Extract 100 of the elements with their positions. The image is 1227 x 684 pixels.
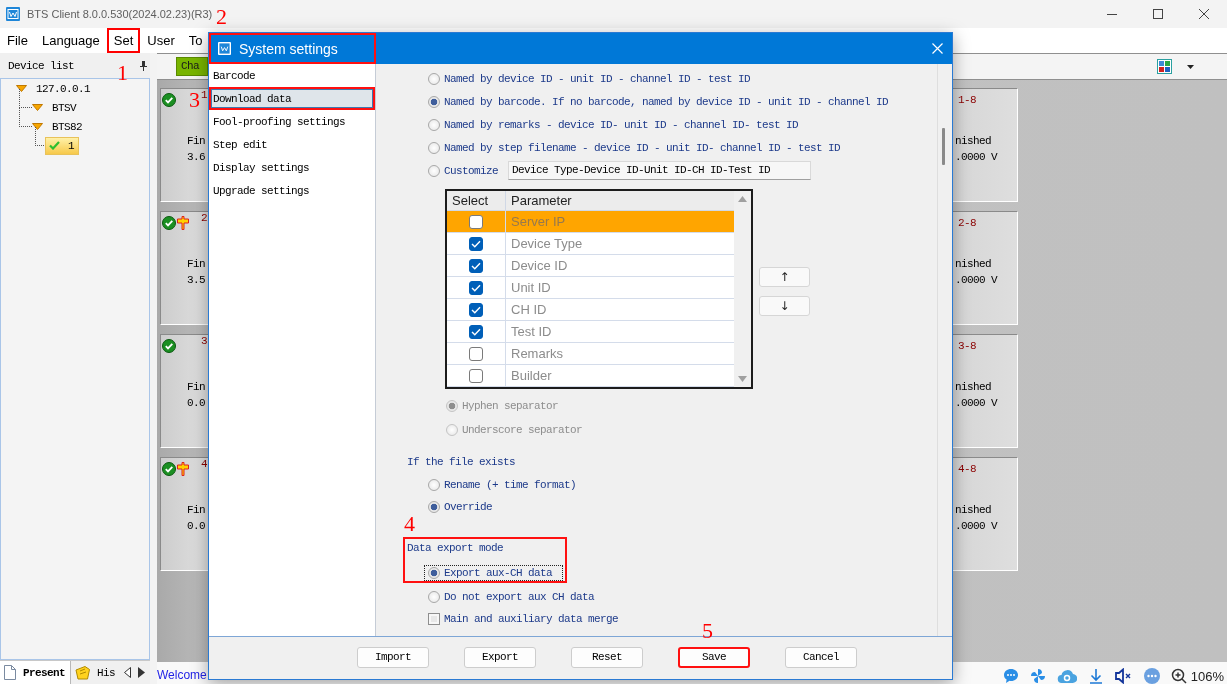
signpost-icon (177, 216, 189, 230)
radio-button[interactable] (428, 164, 440, 177)
voltage-text: 3.6 (187, 151, 206, 164)
checkbox[interactable] (469, 258, 483, 273)
pin-icon[interactable] (140, 60, 147, 71)
checkbox[interactable] (469, 214, 483, 229)
checkbox[interactable] (469, 324, 483, 339)
nav-item[interactable]: Barcode (209, 64, 375, 87)
table-cell-text: Device ID (510, 257, 569, 275)
caret-icon[interactable] (1187, 64, 1194, 69)
checkbox[interactable] (469, 236, 483, 251)
panel-tab[interactable]: Present (0, 661, 71, 684)
option-label: Named by device ID - unit ID - channel ID - test ID (444, 72, 751, 85)
check-circle-icon (162, 216, 176, 230)
radio-button[interactable] (428, 72, 440, 85)
option-label: Underscore separator (462, 423, 583, 436)
scrollbar[interactable] (734, 191, 751, 387)
status-text: Fin (187, 135, 206, 148)
check-circle-icon (162, 93, 176, 107)
tag-icon (75, 665, 90, 680)
muted-speaker-icon[interactable] (1114, 668, 1133, 684)
callout-number: 2 (216, 6, 227, 28)
pinwheel-icon[interactable] (1029, 668, 1046, 684)
menu-item[interactable]: To (181, 28, 210, 53)
channel-cell[interactable]: 3-8 nished .0000 V (953, 334, 1018, 448)
cloud-icon[interactable] (1056, 668, 1077, 684)
radio-button[interactable] (428, 500, 440, 513)
radio-button[interactable] (428, 567, 440, 579)
radio-button[interactable] (428, 478, 440, 491)
checkbox[interactable] (469, 368, 483, 383)
table-row[interactable]: CH ID (447, 299, 734, 321)
column-header: Select (447, 191, 506, 211)
voltage-text: 3.5 (187, 274, 206, 287)
table-row[interactable]: Device Type (447, 233, 734, 255)
scroll-down-icon[interactable] (738, 376, 747, 382)
window-title: BTS Client 8.0.0.530(2024.02.23)(R3) (27, 8, 213, 20)
menu-item[interactable]: File (0, 28, 35, 53)
menu-item[interactable]: User (140, 28, 182, 53)
voltage-text: .0000 V (955, 397, 999, 410)
checkbox[interactable] (469, 346, 483, 361)
table-row[interactable]: Device ID (447, 255, 734, 277)
radio-button[interactable] (428, 590, 440, 603)
move-button[interactable]: ↓ (759, 296, 810, 316)
dialog-button[interactable]: Import (357, 647, 429, 668)
channel-number: 1 (201, 89, 207, 101)
nav-item[interactable]: Display settings (209, 156, 375, 179)
dialog-button[interactable]: Export (464, 647, 536, 668)
signpost-icon (177, 462, 189, 476)
channel-cell[interactable]: 4-8 nished .0000 V (953, 457, 1018, 571)
menu-item[interactable]: Language (34, 28, 107, 53)
status-text: nished (955, 135, 992, 148)
dialog-button[interactable]: Save (678, 647, 750, 668)
status-text: Fin (187, 381, 206, 394)
toolbar-button[interactable]: Cha (176, 57, 208, 76)
tree-item[interactable]: BTSV (52, 101, 76, 114)
checkbox[interactable] (469, 280, 483, 295)
channel-cell[interactable]: 2 Fin 3.5 (160, 211, 208, 325)
chat-bubble-icon[interactable] (1002, 668, 1019, 684)
channel-number: 3 (201, 335, 207, 347)
tree-item[interactable]: 1 (45, 136, 79, 155)
scroll-right-icon[interactable] (138, 667, 146, 678)
more-icon[interactable] (1143, 668, 1160, 684)
download-icon[interactable] (1087, 668, 1104, 684)
radio-button[interactable] (428, 95, 440, 108)
scroll-left-icon[interactable] (124, 667, 132, 678)
table-cell-text: Device Type (510, 235, 584, 253)
nav-item[interactable]: Download data (209, 87, 375, 110)
scroll-up-icon[interactable] (738, 196, 747, 202)
grid-view-icon[interactable] (1157, 59, 1172, 74)
move-button[interactable]: ↑ (759, 267, 810, 287)
dialog-button[interactable]: Cancel (785, 647, 857, 668)
channel-cell[interactable]: 4 Fin 0.0 (160, 457, 208, 571)
nav-item[interactable]: Upgrade settings (209, 179, 375, 202)
menu-item[interactable]: Set (106, 28, 141, 53)
nav-item[interactable]: Fool-proofing settings (209, 110, 375, 133)
table-cell-text: Test ID (510, 323, 553, 341)
tree-item[interactable]: 127.0.0.1 (36, 82, 90, 95)
channel-cell[interactable]: 3 Fin 0.0 (160, 334, 208, 448)
zoom-in-icon[interactable] (1170, 668, 1187, 684)
callout-number: 1 (117, 62, 128, 84)
tree-item[interactable]: BTS82 (52, 120, 82, 133)
radio-button[interactable] (428, 118, 440, 131)
channel-cell[interactable]: 1-8 nished .0000 V (953, 88, 1018, 202)
option-label: Main and auxiliary data merge (444, 612, 619, 625)
checkbox[interactable] (428, 612, 440, 625)
channel-cell[interactable]: 2-8 nished .0000 V (953, 211, 1018, 325)
table-cell-text: Server IP (510, 213, 567, 231)
option-label: Do not export aux CH data (444, 590, 595, 603)
nav-item[interactable]: Step edit (209, 133, 375, 156)
scrollbar-thumb[interactable] (942, 128, 945, 165)
table-row[interactable]: Remarks (447, 343, 734, 365)
callout-number: 5 (702, 620, 713, 642)
dialog-button[interactable]: Reset (571, 647, 643, 668)
radio-button[interactable] (428, 141, 440, 154)
table-cell-text: CH ID (510, 301, 548, 319)
input-field[interactable]: Device Type-Device ID-Unit ID-CH ID-Test ID (508, 161, 811, 180)
checkbox[interactable] (469, 302, 483, 317)
panel-tab[interactable]: His (71, 661, 121, 684)
table-row[interactable]: Test ID (447, 321, 734, 343)
table-row[interactable]: Unit ID (447, 277, 734, 299)
